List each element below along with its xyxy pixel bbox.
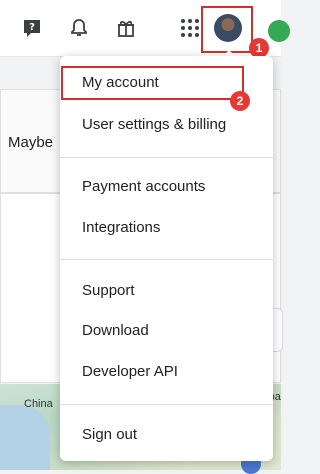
avatar[interactable] xyxy=(214,14,242,42)
menu-item-developer-api[interactable]: Developer API xyxy=(82,363,178,380)
map-label-china: China xyxy=(24,398,53,410)
menu-divider xyxy=(60,259,273,260)
account-dot[interactable] xyxy=(268,20,290,42)
menu-item-user-settings-billing[interactable]: User settings & billing xyxy=(82,116,226,133)
menu-item-support[interactable]: Support xyxy=(82,282,135,299)
step-badge-2: 2 xyxy=(230,91,250,111)
map-water xyxy=(0,405,50,470)
menu-item-download[interactable]: Download xyxy=(82,322,149,339)
menu-item-my-account[interactable]: My account xyxy=(82,74,159,91)
menu-divider xyxy=(60,404,273,405)
maybe-tab[interactable]: Maybe xyxy=(8,134,53,151)
step-badge-1: 1 xyxy=(249,38,269,58)
bell-icon[interactable] xyxy=(65,14,93,42)
svg-text:?: ? xyxy=(29,22,35,33)
apps-grid-icon[interactable] xyxy=(176,14,204,42)
menu-item-sign-out[interactable]: Sign out xyxy=(82,426,137,443)
menu-item-integrations[interactable]: Integrations xyxy=(82,219,160,236)
gift-icon[interactable] xyxy=(112,14,140,42)
menu-divider xyxy=(60,157,273,158)
help-icon[interactable]: ? xyxy=(18,14,46,42)
menu-item-payment-accounts[interactable]: Payment accounts xyxy=(82,178,205,195)
